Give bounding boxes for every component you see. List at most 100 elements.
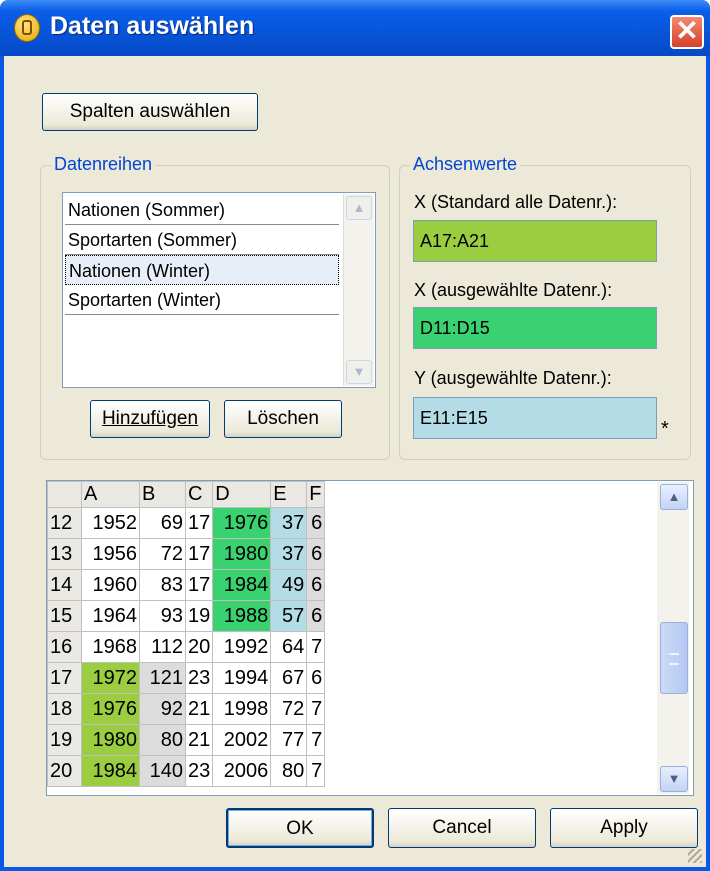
- grid-cell[interactable]: 140: [139, 755, 186, 787]
- grid-cell[interactable]: 1988: [212, 600, 272, 632]
- grid-cell[interactable]: 49: [270, 569, 308, 601]
- column-header[interactable]: D: [212, 481, 272, 508]
- title-bar[interactable]: Daten auswählen ✕: [0, 0, 710, 56]
- x-default-range-field[interactable]: A17:A21: [413, 220, 657, 262]
- axis-values-group-legend: Achsenwerte: [410, 154, 521, 175]
- scroll-down-icon[interactable]: ▼: [660, 766, 688, 792]
- series-list-item[interactable]: Sportarten (Sommer): [65, 225, 339, 255]
- series-list-item-selected[interactable]: Nationen (Winter): [65, 255, 339, 285]
- scroll-up-icon[interactable]: ▲: [660, 484, 688, 510]
- grid-cell[interactable]: 1956: [81, 538, 140, 570]
- series-list-scrollbar[interactable]: ▲ ▼: [343, 194, 374, 386]
- row-header[interactable]: 19: [47, 724, 82, 756]
- column-header[interactable]: F: [306, 481, 326, 508]
- grid-cell[interactable]: 6: [306, 507, 326, 539]
- cancel-button[interactable]: Cancel: [388, 808, 536, 848]
- table-row: 20 1984 140 23 2006 80 7: [47, 755, 326, 787]
- grid-cell[interactable]: 19: [184, 600, 214, 632]
- row-header[interactable]: 14: [47, 569, 82, 601]
- data-grid[interactable]: A B C D E F 12 1952 69 17 1976 37 6 13 1…: [46, 480, 694, 796]
- grid-cell[interactable]: 80: [139, 724, 186, 756]
- grid-cell[interactable]: 2002: [212, 724, 272, 756]
- grid-cell[interactable]: 93: [139, 600, 186, 632]
- grid-cell[interactable]: 20: [184, 631, 214, 663]
- grid-cell[interactable]: 2006: [212, 755, 272, 787]
- row-header[interactable]: 18: [47, 693, 82, 725]
- row-header[interactable]: 12: [47, 507, 82, 539]
- grid-cell[interactable]: 37: [270, 538, 308, 570]
- grid-cell[interactable]: 64: [270, 631, 308, 663]
- grid-cell[interactable]: 67: [270, 662, 308, 694]
- ok-button[interactable]: OK: [226, 808, 374, 848]
- grid-cell[interactable]: 77: [270, 724, 308, 756]
- grid-cell[interactable]: 6: [306, 600, 326, 632]
- grid-cell[interactable]: 7: [306, 724, 326, 756]
- series-list-item[interactable]: Nationen (Sommer): [65, 195, 339, 225]
- grid-cell[interactable]: 1998: [212, 693, 272, 725]
- row-header[interactable]: 16: [47, 631, 82, 663]
- grid-cell[interactable]: 7: [306, 631, 326, 663]
- grid-cell[interactable]: 80: [270, 755, 308, 787]
- grid-cell[interactable]: 1976: [212, 507, 272, 539]
- add-series-button[interactable]: Hinzufügen: [90, 400, 210, 438]
- grid-cell[interactable]: 1984: [81, 755, 140, 787]
- scroll-up-icon[interactable]: ▲: [346, 196, 372, 220]
- row-header[interactable]: 13: [47, 538, 82, 570]
- x-selected-range-field[interactable]: D11:D15: [413, 307, 657, 349]
- grid-cell[interactable]: 37: [270, 507, 308, 539]
- series-list[interactable]: Nationen (Sommer) Sportarten (Sommer) Na…: [62, 192, 376, 388]
- grid-cell[interactable]: 17: [184, 507, 214, 539]
- grid-cell[interactable]: 1972: [81, 662, 140, 694]
- grid-cell[interactable]: 72: [139, 538, 186, 570]
- grid-cell[interactable]: 7: [306, 755, 326, 787]
- grid-cell[interactable]: 1968: [81, 631, 140, 663]
- series-list-item[interactable]: Sportarten (Winter): [65, 285, 339, 315]
- column-header[interactable]: A: [81, 481, 140, 508]
- row-header[interactable]: 17: [47, 662, 82, 694]
- grid-cell[interactable]: 1980: [212, 538, 272, 570]
- grid-cell[interactable]: 17: [184, 569, 214, 601]
- delete-series-button[interactable]: Löschen: [224, 400, 342, 438]
- grid-cell[interactable]: 21: [184, 693, 214, 725]
- y-selected-range-field[interactable]: E11:E15: [413, 397, 657, 439]
- apply-button[interactable]: Apply: [550, 808, 698, 848]
- grid-cell[interactable]: 1984: [212, 569, 272, 601]
- grid-cell[interactable]: 112: [139, 631, 186, 663]
- select-columns-button[interactable]: Spalten auswählen: [42, 93, 258, 131]
- grid-cell[interactable]: 23: [184, 662, 214, 694]
- grid-cell[interactable]: 1964: [81, 600, 140, 632]
- grid-cell[interactable]: 23: [184, 755, 214, 787]
- grid-cell[interactable]: 1960: [81, 569, 140, 601]
- grid-cell[interactable]: 7: [306, 693, 326, 725]
- corner-cell[interactable]: [47, 481, 82, 508]
- data-grid-scrollbar[interactable]: ▲ ▼: [657, 482, 689, 794]
- grid-cell[interactable]: 92: [139, 693, 186, 725]
- column-header[interactable]: E: [270, 481, 308, 508]
- grid-cell[interactable]: 6: [306, 662, 326, 694]
- grid-cell[interactable]: 17: [184, 538, 214, 570]
- grid-cell[interactable]: 1994: [212, 662, 272, 694]
- grid-cell[interactable]: 6: [306, 569, 326, 601]
- grid-cell[interactable]: 83: [139, 569, 186, 601]
- scroll-down-icon[interactable]: ▼: [346, 360, 372, 384]
- grid-cell[interactable]: 121: [139, 662, 186, 694]
- scrollbar-thumb[interactable]: [660, 622, 688, 694]
- grid-cell[interactable]: 1952: [81, 507, 140, 539]
- grid-cell[interactable]: 6: [306, 538, 326, 570]
- row-header[interactable]: 20: [47, 755, 82, 787]
- grid-cell[interactable]: 1976: [81, 693, 140, 725]
- data-grid-table[interactable]: A B C D E F 12 1952 69 17 1976 37 6 13 1…: [47, 481, 326, 787]
- close-button[interactable]: ✕: [670, 15, 704, 49]
- row-header[interactable]: 15: [47, 600, 82, 632]
- resize-grip-icon[interactable]: [688, 849, 702, 863]
- grid-cell[interactable]: 69: [139, 507, 186, 539]
- grid-cell[interactable]: 57: [270, 600, 308, 632]
- table-row: 14 1960 83 17 1984 49 6: [47, 569, 326, 601]
- grid-cell[interactable]: 72: [270, 693, 308, 725]
- grid-cell[interactable]: 1992: [212, 631, 272, 663]
- column-header[interactable]: C: [184, 481, 214, 508]
- grid-cell[interactable]: 21: [184, 724, 214, 756]
- grid-cell[interactable]: 1980: [81, 724, 140, 756]
- column-header[interactable]: B: [139, 481, 186, 508]
- dialog-window: Daten auswählen ✕ Spalten auswählen Date…: [0, 0, 710, 871]
